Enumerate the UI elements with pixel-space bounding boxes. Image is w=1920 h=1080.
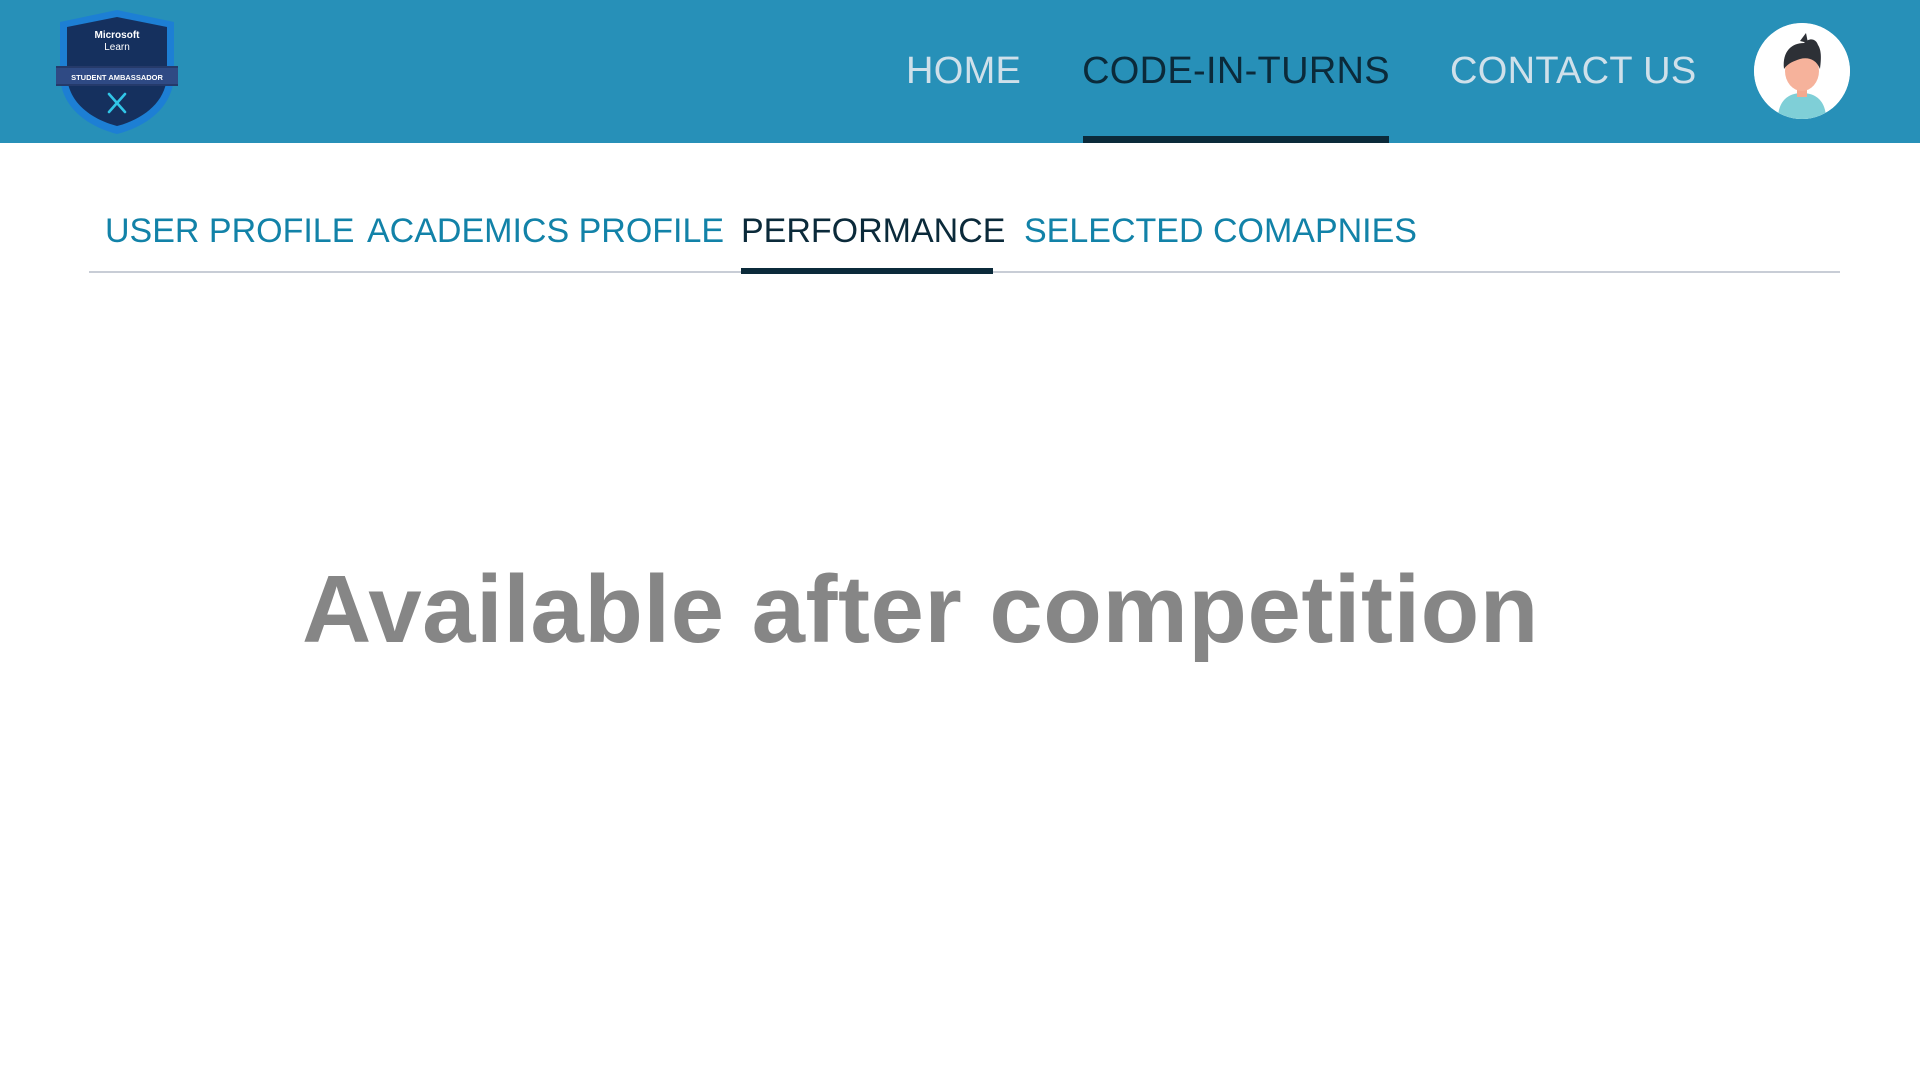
nav-active-indicator [1083, 136, 1389, 143]
performance-unavailable-message: Available after competition [302, 556, 1539, 663]
profile-tabs: USER PROFILE ACADEMICS PROFILE PERFORMAN… [89, 189, 1840, 274]
logo-line1: Microsoft [95, 30, 141, 41]
shield-icon: Microsoft Learn STUDENT AMBASSADOR [56, 10, 178, 134]
user-avatar-icon [1754, 23, 1850, 119]
tab-user-profile[interactable]: USER PROFILE [105, 189, 354, 273]
tab-active-indicator [741, 268, 993, 274]
nav-contact-us-link[interactable]: CONTACT US [1450, 0, 1697, 143]
logo-banner: STUDENT AMBASSADOR [71, 73, 163, 82]
tab-performance[interactable]: PERFORMANCE [741, 189, 1005, 273]
tab-selected-companies[interactable]: SELECTED COMAPNIES [1024, 189, 1417, 273]
nav-home-link[interactable]: HOME [906, 0, 1021, 143]
student-ambassador-logo[interactable]: Microsoft Learn STUDENT AMBASSADOR [56, 8, 178, 136]
nav-code-in-turns-link[interactable]: CODE-IN-TURNS [1082, 0, 1390, 143]
user-avatar-button[interactable] [1754, 23, 1850, 119]
tab-academics-profile[interactable]: ACADEMICS PROFILE [367, 189, 724, 273]
top-navbar: Microsoft Learn STUDENT AMBASSADOR HOME … [0, 0, 1920, 143]
logo-line2: Learn [104, 42, 130, 53]
